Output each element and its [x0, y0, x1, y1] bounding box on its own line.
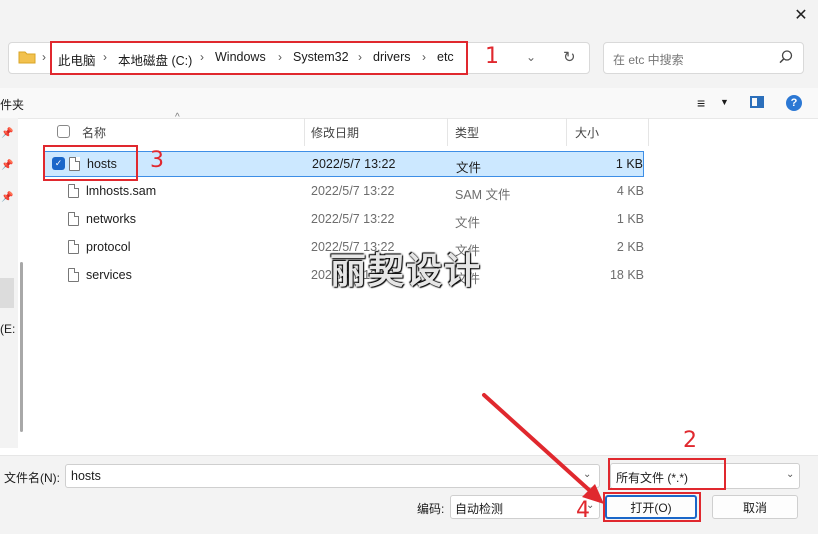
annotation-box-filter — [608, 458, 726, 490]
pin-icon: 📌 — [1, 128, 14, 139]
file-type-dropdown-icon[interactable]: ⌄ — [786, 469, 794, 480]
sort-ascending-icon: ^ — [175, 112, 180, 123]
annotation-arrow — [482, 393, 604, 504]
annotation-number-1: 1 — [485, 44, 499, 69]
toolbar — [0, 88, 818, 119]
file-icon — [68, 268, 79, 282]
select-all-checkbox[interactable] — [57, 125, 70, 138]
annotation-number-2: 2 — [683, 428, 697, 453]
cancel-button[interactable]: 取消 — [712, 495, 798, 519]
nav-item-drive[interactable]: (E: — [0, 322, 15, 336]
file-icon — [68, 212, 79, 226]
column-divider[interactable] — [648, 118, 649, 146]
file-date: 2022/5/7 13:22 — [311, 212, 395, 226]
pin-icon: 📌 — [1, 192, 14, 203]
encoding-label: 编码: — [417, 502, 445, 516]
file-name: protocol — [86, 240, 131, 254]
column-header-name[interactable]: 名称 — [82, 124, 106, 141]
column-divider[interactable] — [447, 118, 448, 146]
file-type: 文件 — [456, 161, 482, 175]
folder-icon — [18, 51, 36, 64]
file-date: 2022/5/7 13:22 — [311, 184, 395, 198]
close-icon: ✕ — [794, 7, 808, 24]
file-icon — [68, 184, 79, 198]
file-name: lmhosts.sam — [86, 184, 157, 198]
nav-item-selected[interactable] — [0, 278, 14, 308]
preview-pane-icon[interactable] — [750, 96, 764, 108]
refresh-icon[interactable]: ↻ — [563, 48, 576, 66]
column-divider[interactable] — [304, 118, 305, 146]
file-icon — [68, 240, 79, 254]
close-button[interactable]: ✕ — [786, 2, 816, 28]
watermark: 丽契设计 — [330, 251, 483, 292]
file-row-lmhosts[interactable]: lmhosts.sam 2022/5/7 13:22 SAM 文件 4 KB — [44, 179, 644, 205]
filename-label: 文件名(N): — [4, 471, 60, 485]
pin-icon: 📌 — [1, 160, 14, 171]
view-dropdown-icon[interactable]: ▼ — [720, 97, 729, 107]
annotation-box-hosts — [43, 145, 138, 181]
file-type: SAM 文件 — [455, 188, 511, 202]
new-folder-button[interactable]: 件夹 — [0, 96, 24, 113]
file-size: 2 KB — [616, 240, 644, 254]
file-date: 2022/5/7 13:22 — [312, 157, 396, 171]
nav-scrollbar[interactable] — [20, 262, 23, 432]
file-size: 18 KB — [609, 268, 644, 282]
annotation-number-3: 3 — [150, 148, 164, 173]
column-divider[interactable] — [566, 118, 567, 146]
search-placeholder: 在 etc 中搜索 — [613, 53, 684, 67]
file-size: 1 KB — [615, 157, 643, 171]
column-header-size[interactable]: 大小 — [575, 124, 599, 141]
address-dropdown-icon[interactable]: ⌄ — [526, 50, 536, 64]
search-icon[interactable] — [778, 49, 794, 65]
file-row-networks[interactable]: networks 2022/5/7 13:22 文件 1 KB — [44, 207, 644, 233]
column-header-date[interactable]: 修改日期 — [311, 124, 359, 141]
help-icon[interactable]: ? — [786, 95, 802, 111]
column-header-type[interactable]: 类型 — [455, 124, 479, 141]
file-type: 文件 — [455, 216, 481, 230]
file-name: networks — [86, 212, 137, 226]
breadcrumb-separator: › — [42, 50, 46, 64]
file-size: 4 KB — [616, 184, 644, 198]
filename-value: hosts — [71, 469, 101, 483]
file-name: services — [86, 268, 132, 282]
view-menu-icon[interactable]: ≡ — [697, 95, 705, 111]
annotation-box-address — [50, 41, 468, 75]
file-size: 1 KB — [616, 212, 644, 226]
